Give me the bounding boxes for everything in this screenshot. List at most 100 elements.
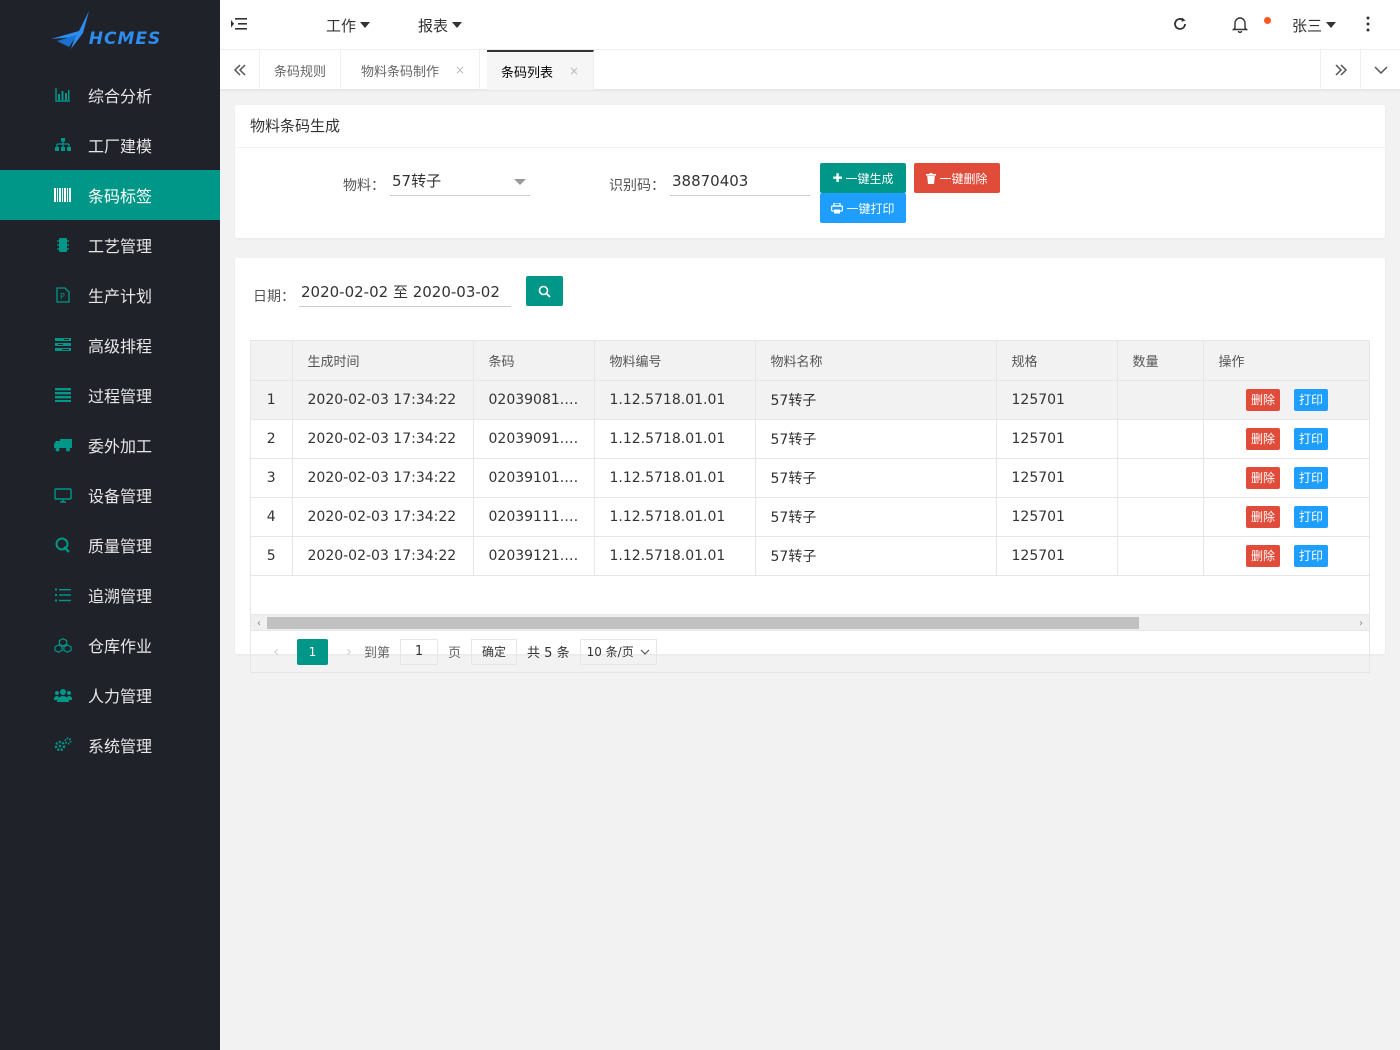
- goto-label: 到第: [364, 646, 391, 661]
- cell-time: 2020-02-03 17:34:22: [292, 380, 474, 420]
- sidebar-item-label: 人力管理: [88, 687, 153, 706]
- trash-icon: [926, 172, 937, 184]
- table-row[interactable]: 1 2020-02-03 17:34:22 02039081.1... 1.12.57…: [251, 380, 1369, 420]
- menu-fold-icon[interactable]: [230, 15, 248, 33]
- caret-down-icon: [360, 22, 371, 28]
- column-header[interactable]: 物料名称: [755, 341, 997, 381]
- column-header[interactable]: 规格: [996, 341, 1118, 381]
- cell-code: 02039091.1...: [473, 419, 595, 459]
- sidebar-item[interactable]: 过程管理: [0, 370, 220, 420]
- goto-page-input[interactable]: 1: [400, 638, 439, 665]
- cell-mat-name: 57转子: [755, 380, 997, 420]
- notification-dot: [1264, 17, 1271, 24]
- cell-actions: 删除 打印: [1203, 380, 1369, 420]
- caret-down-icon: [1326, 22, 1337, 28]
- scroll-left-icon[interactable]: ‹: [251, 615, 267, 630]
- row-print-button[interactable]: 打印: [1294, 388, 1329, 411]
- sidebar-item[interactable]: 条码标签: [0, 170, 220, 220]
- tabs-dropdown-icon[interactable]: [1360, 50, 1400, 90]
- card-title: 物料条码生成: [235, 105, 1385, 148]
- user-menu[interactable]: 张三: [1292, 0, 1337, 50]
- sidebar-item[interactable]: 工厂建模: [0, 120, 220, 170]
- page-tabs: 条码规则 物料条码制作 × 条码列表 ×: [220, 50, 1400, 90]
- tab-label: 条码规则: [274, 64, 327, 80]
- sidebar-item[interactable]: 系统管理: [0, 720, 220, 770]
- sidebar-item-label: 质量管理: [88, 537, 153, 556]
- goto-confirm-button[interactable]: 确定: [471, 638, 518, 665]
- print-all-button[interactable]: 一键打印: [820, 193, 906, 223]
- sidebar-item[interactable]: 高级排程: [0, 320, 220, 370]
- row-print-button[interactable]: 打印: [1294, 466, 1329, 489]
- horizontal-scrollbar[interactable]: ‹ ›: [251, 614, 1369, 630]
- row-delete-button[interactable]: 删除: [1245, 505, 1280, 528]
- close-icon[interactable]: ×: [569, 64, 579, 78]
- sidebar-item[interactable]: 追溯管理: [0, 570, 220, 620]
- cell-spec: 125701: [996, 419, 1118, 459]
- tabs-scroll-right-icon[interactable]: [1320, 50, 1360, 90]
- tabs-scroll-left-icon[interactable]: [220, 50, 260, 90]
- tasks-icon: [54, 336, 72, 354]
- row-delete-button[interactable]: 删除: [1245, 427, 1280, 450]
- row-delete-button[interactable]: 删除: [1245, 466, 1280, 489]
- users-icon: [54, 686, 72, 704]
- date-range-input[interactable]: 2020-02-02 至 2020-03-02: [299, 277, 511, 307]
- material-label: 物料：: [343, 178, 385, 194]
- scroll-right-icon[interactable]: ›: [1353, 615, 1369, 630]
- row-delete-button[interactable]: 删除: [1245, 388, 1280, 411]
- scrollbar-thumb[interactable]: [267, 617, 1139, 629]
- next-page-icon[interactable]: ›: [334, 644, 364, 660]
- close-icon[interactable]: ×: [455, 63, 465, 77]
- row-print-button[interactable]: 打印: [1294, 505, 1329, 528]
- page-current[interactable]: 1: [297, 638, 328, 665]
- menu-report[interactable]: 报表: [418, 0, 463, 50]
- prev-page-icon[interactable]: ‹: [261, 644, 291, 660]
- sidebar-item[interactable]: 委外加工: [0, 420, 220, 470]
- menu-work-label: 工作: [326, 16, 357, 35]
- table-row[interactable]: 2 2020-02-03 17:34:22 02039091.1... 1.12.57…: [251, 419, 1369, 459]
- row-print-button[interactable]: 打印: [1294, 544, 1329, 567]
- logo[interactable]: HCMES: [0, 0, 220, 62]
- more-vertical-icon[interactable]: [1358, 14, 1378, 34]
- tab-barcode-list[interactable]: 条码列表 ×: [487, 50, 595, 90]
- ordered-list-icon: [54, 586, 72, 604]
- sidebar-item[interactable]: 仓库作业: [0, 620, 220, 670]
- column-header[interactable]: 生成时间: [292, 341, 474, 381]
- table-row[interactable]: 5 2020-02-03 17:34:22 02039121.1... 1.12.57…: [251, 536, 1369, 576]
- page-size-select[interactable]: 10 条/页: [579, 638, 657, 665]
- material-select[interactable]: 57转子: [390, 166, 530, 196]
- search-button[interactable]: [526, 276, 563, 306]
- date-label: 日期：: [253, 289, 295, 305]
- sidebar-nav: 综合分析 工厂建模 条码标签 工艺管理 P 生产计划 高级排程 过程管理 委外加工 设备管理质量管…: [0, 70, 220, 770]
- cell-time: 2020-02-03 17:34:22: [292, 497, 474, 537]
- column-header[interactable]: 物料编号: [594, 341, 756, 381]
- sidebar-item[interactable]: 人力管理: [0, 670, 220, 720]
- table-row[interactable]: 3 2020-02-03 17:34:22 02039101.1... 1.12.57…: [251, 458, 1369, 498]
- column-header[interactable]: 数量: [1117, 341, 1204, 381]
- sidebar-item[interactable]: 工艺管理: [0, 220, 220, 270]
- date-range-value: 2020-02-02 至 2020-03-02: [301, 283, 500, 301]
- cell-qty: [1117, 458, 1204, 498]
- tab-material-barcode-make[interactable]: 物料条码制作 ×: [347, 50, 481, 90]
- sidebar-item[interactable]: 质量管理: [0, 520, 220, 570]
- cell-code: 02039121.1...: [473, 536, 595, 576]
- cell-actions: 删除 打印: [1203, 419, 1369, 459]
- code-input[interactable]: 38870403: [670, 166, 810, 196]
- cell-code: 02039111.1...: [473, 497, 595, 537]
- sidebar-item[interactable]: 综合分析: [0, 70, 220, 120]
- table-row[interactable]: 4 2020-02-03 17:34:22 02039111.1... 1.12.57…: [251, 497, 1369, 537]
- generate-button[interactable]: ✚ 一键生成: [820, 163, 906, 193]
- sidebar-item[interactable]: P 生产计划: [0, 270, 220, 320]
- menu-work[interactable]: 工作: [326, 0, 371, 50]
- user-name: 张三: [1292, 16, 1323, 35]
- column-header[interactable]: 条码: [473, 341, 595, 381]
- print-all-button-label: 一键打印: [846, 201, 895, 216]
- sidebar-item[interactable]: 设备管理: [0, 470, 220, 520]
- row-print-button[interactable]: 打印: [1294, 427, 1329, 450]
- cell-actions: 删除 打印: [1203, 458, 1369, 498]
- cell-mat-name: 57转子: [755, 497, 997, 537]
- row-delete-button[interactable]: 删除: [1245, 544, 1280, 567]
- tab-barcode-rule[interactable]: 条码规则: [260, 50, 342, 90]
- delete-all-button[interactable]: 一键删除: [914, 163, 1000, 193]
- bell-icon[interactable]: [1230, 14, 1250, 34]
- refresh-icon[interactable]: [1170, 14, 1190, 34]
